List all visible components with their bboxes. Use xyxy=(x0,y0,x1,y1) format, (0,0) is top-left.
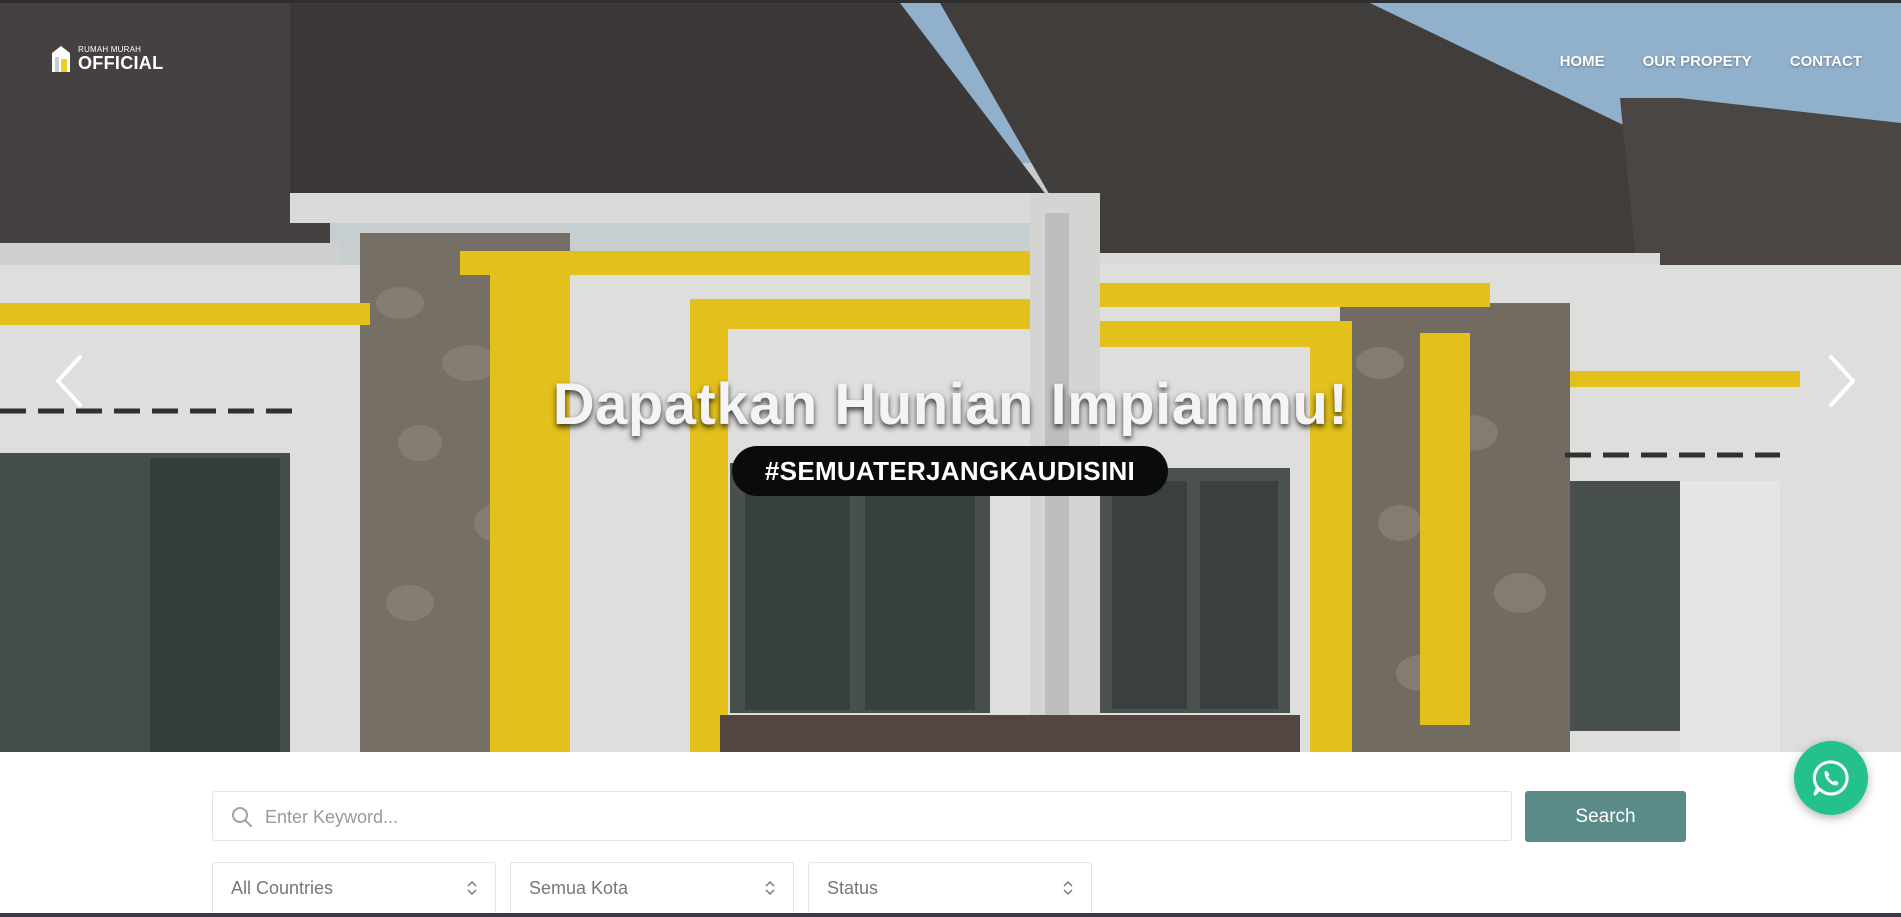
country-select[interactable]: All Countries xyxy=(212,862,496,917)
select-chevrons-icon xyxy=(1063,880,1073,896)
whatsapp-button[interactable] xyxy=(1794,741,1868,815)
brand-name: RUMAH MURAH OFFICIAL xyxy=(78,46,164,73)
status-select-value: Status xyxy=(827,878,879,898)
whatsapp-icon xyxy=(1812,760,1849,796)
nav-home[interactable]: HOME xyxy=(1560,53,1605,70)
search-button[interactable]: Search xyxy=(1525,791,1686,842)
chevron-right-icon[interactable] xyxy=(1821,353,1861,409)
select-chevrons-icon xyxy=(765,880,775,896)
city-select[interactable]: Semua Kota xyxy=(510,862,794,917)
search-icon xyxy=(232,807,252,827)
country-select-value: All Countries xyxy=(231,878,334,898)
chevron-left-icon[interactable] xyxy=(50,353,90,409)
brand-big-text: OFFICIAL xyxy=(78,53,164,73)
brand-logo[interactable]: RUMAH MURAH OFFICIAL xyxy=(50,45,163,73)
bottom-edge-divider xyxy=(0,913,1901,917)
city-select-value: Semua Kota xyxy=(529,878,629,898)
house-logo-icon xyxy=(52,46,70,72)
nav-contact[interactable]: CONTACT xyxy=(1790,53,1862,70)
status-select[interactable]: Status xyxy=(808,862,1092,917)
search-field[interactable] xyxy=(212,791,1512,842)
hero-tagline-badge: #SEMUATERJANGKAUDISINI xyxy=(732,446,1168,496)
nav-our-property[interactable]: OUR PROPETY xyxy=(1643,53,1752,70)
navbar: RUMAH MURAH OFFICIAL HOME OUR PROPETY CO… xyxy=(0,3,1901,123)
search-input[interactable] xyxy=(263,792,1497,842)
select-chevrons-icon xyxy=(467,880,477,896)
main-nav: HOME OUR PROPETY CONTACT xyxy=(1560,53,1862,70)
hero-title: Dapatkan Hunian Impianmu! xyxy=(552,372,1349,437)
hero-carousel: RUMAH MURAH OFFICIAL HOME OUR PROPETY CO… xyxy=(0,0,1901,752)
